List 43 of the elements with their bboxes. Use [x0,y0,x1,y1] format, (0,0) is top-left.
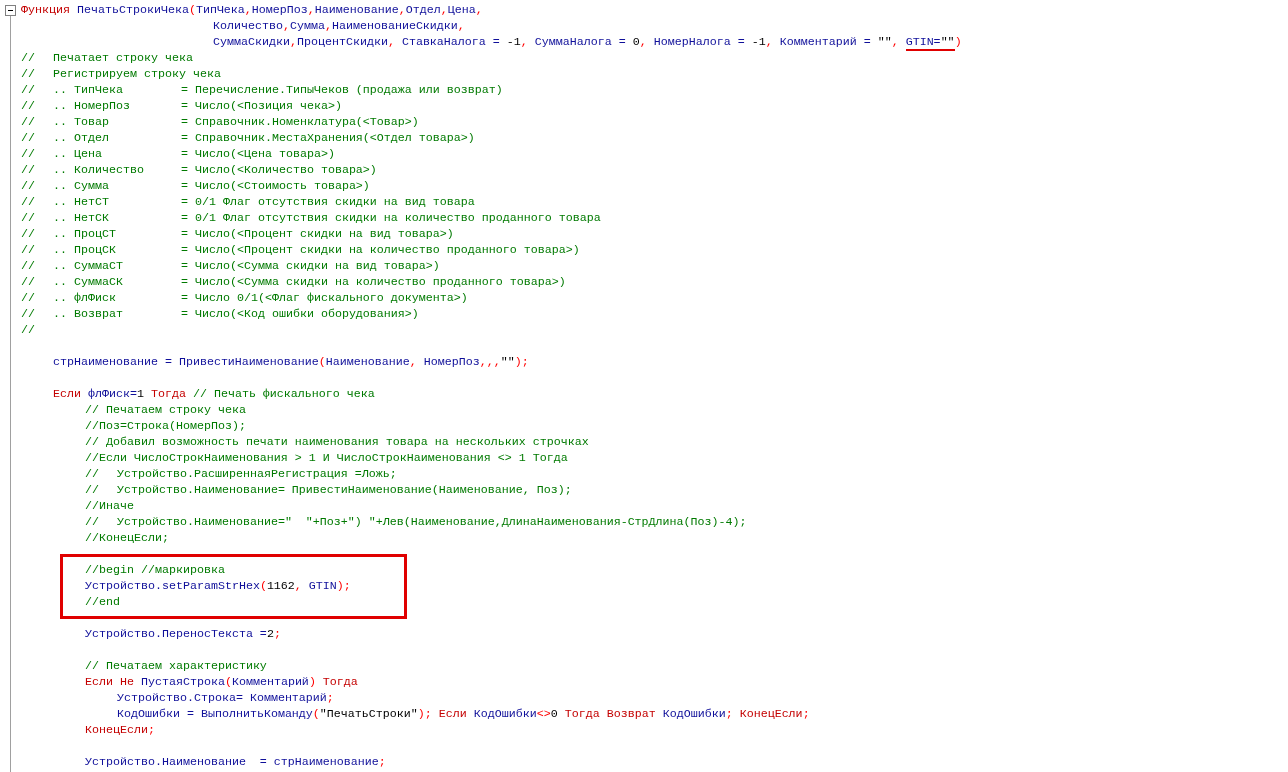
code-line: Если флФиск=1 Тогда // Печать фискального чека [52,386,376,402]
code-line: //Поз=Строка(НомерПоз); [84,418,247,434]
code-line: // .. СуммаСК = Число(<Сумма скидки на количество проданного товара>) [21,274,567,290]
code-line: Если Не ПустаяСтрока(Комментарий) Тогда [84,674,359,690]
code-line: //begin //маркировка [84,562,226,578]
collapse-icon[interactable] [5,5,16,16]
code-line: // .. НомерПоз = Число(<Позиция чека>) [21,98,343,114]
code-line: // Печатает строку чека [21,50,194,66]
code-line: // Устройство.РасширеннаяРегистрация =Ложь; [84,466,398,482]
code-line: Устройство.Строка= Комментарий; [116,690,335,706]
code-line: //Иначе [84,498,135,514]
code-line: // .. Количество = Число(<Количество товара>) [21,162,378,178]
code-line: // .. Цена = Число(<Цена товара>) [21,146,336,162]
code-line: // .. Возврат = Число(<Код ошибки оборудования>) [21,306,420,322]
code-line: // [21,322,36,338]
code-line: // .. Товар = Справочник.Номенклатура(<Товар>) [21,114,420,130]
code-line: Количество,Сумма,НаименованиеСкидки, [212,18,466,34]
code-line: // Устройство.Наименование=" "+Поз+") "+Лев(Наименование,ДлинаНаименования-СтрДлина(Поз)-4); [84,514,748,530]
code-line: //Если ЧислоСтрокНаименования > 1 И ЧислоСтрокНаименования <> 1 Тогда [84,450,569,466]
code-line: СуммаСкидки,ПроцентСкидки, СтавкаНалога = -1, СуммаНалога = 0, НомерНалога = -1, Комментарий = "", GTIN="") [212,34,962,50]
code-line: //end [84,594,121,610]
code-line: КонецЕсли; [84,722,156,738]
code-line: // .. Сумма = Число(<Стоимость товара>) [21,178,371,194]
code-line: // .. СуммаСТ = Число(<Сумма скидки на вид товара>) [21,258,441,274]
code-line: // .. НетСТ = 0/1 Флаг отсутствия скидки на вид товара [21,194,476,210]
code-line: // Добавил возможность печати наименования товара на нескольких строчках [84,434,590,450]
code-line: // Устройство.Наименование= ПривестиНаименование(Наименование, Поз); [84,482,573,498]
code-line: Устройство.Наименование = стрНаименование; [84,754,387,770]
code-line: КодОшибки = ВыполнитьКоманду("ПечатьСтроки"); Если КодОшибки<>0 Тогда Возврат КодОшибки; КонецЕсли; [116,706,811,722]
code-line: // .. ТипЧека = Перечисление.ТипыЧеков (продажа или возврат) [21,82,504,98]
code-line: // .. флФиск = Число 0/1(<Флаг фискального документа>) [21,290,469,306]
code-line: Устройство.ПереносТекста =2; [84,626,282,642]
code-line: // .. Отдел = Справочник.МестаХранения(<Отдел товара>) [21,130,476,146]
code-line: //КонецЕсли; [84,530,170,546]
code-line: // Печатаем характеристику [84,658,268,674]
code-line: // Печатаем строку чека [84,402,247,418]
code-line: // .. ПроцСК = Число(<Процент скидки на количество проданного товара>) [21,242,581,258]
code-line: // .. ПроцСТ = Число(<Процент скидки на вид товара>) [21,226,455,242]
code-line: стрНаименование = ПривестиНаименование(Наименование, НомерПоз,,,""); [52,354,530,370]
code-line: Функция ПечатьСтрокиЧека(ТипЧека,НомерПоз,Наименование,Отдел,Цена, [21,2,484,18]
code-line: // Регистрируем строку чека [21,66,222,82]
code-line: // .. НетСК = 0/1 Флаг отсутствия скидки на количество проданного товара [21,210,602,226]
code-line: Устройство.setParamStrHex(1162, GTIN); [84,578,352,594]
